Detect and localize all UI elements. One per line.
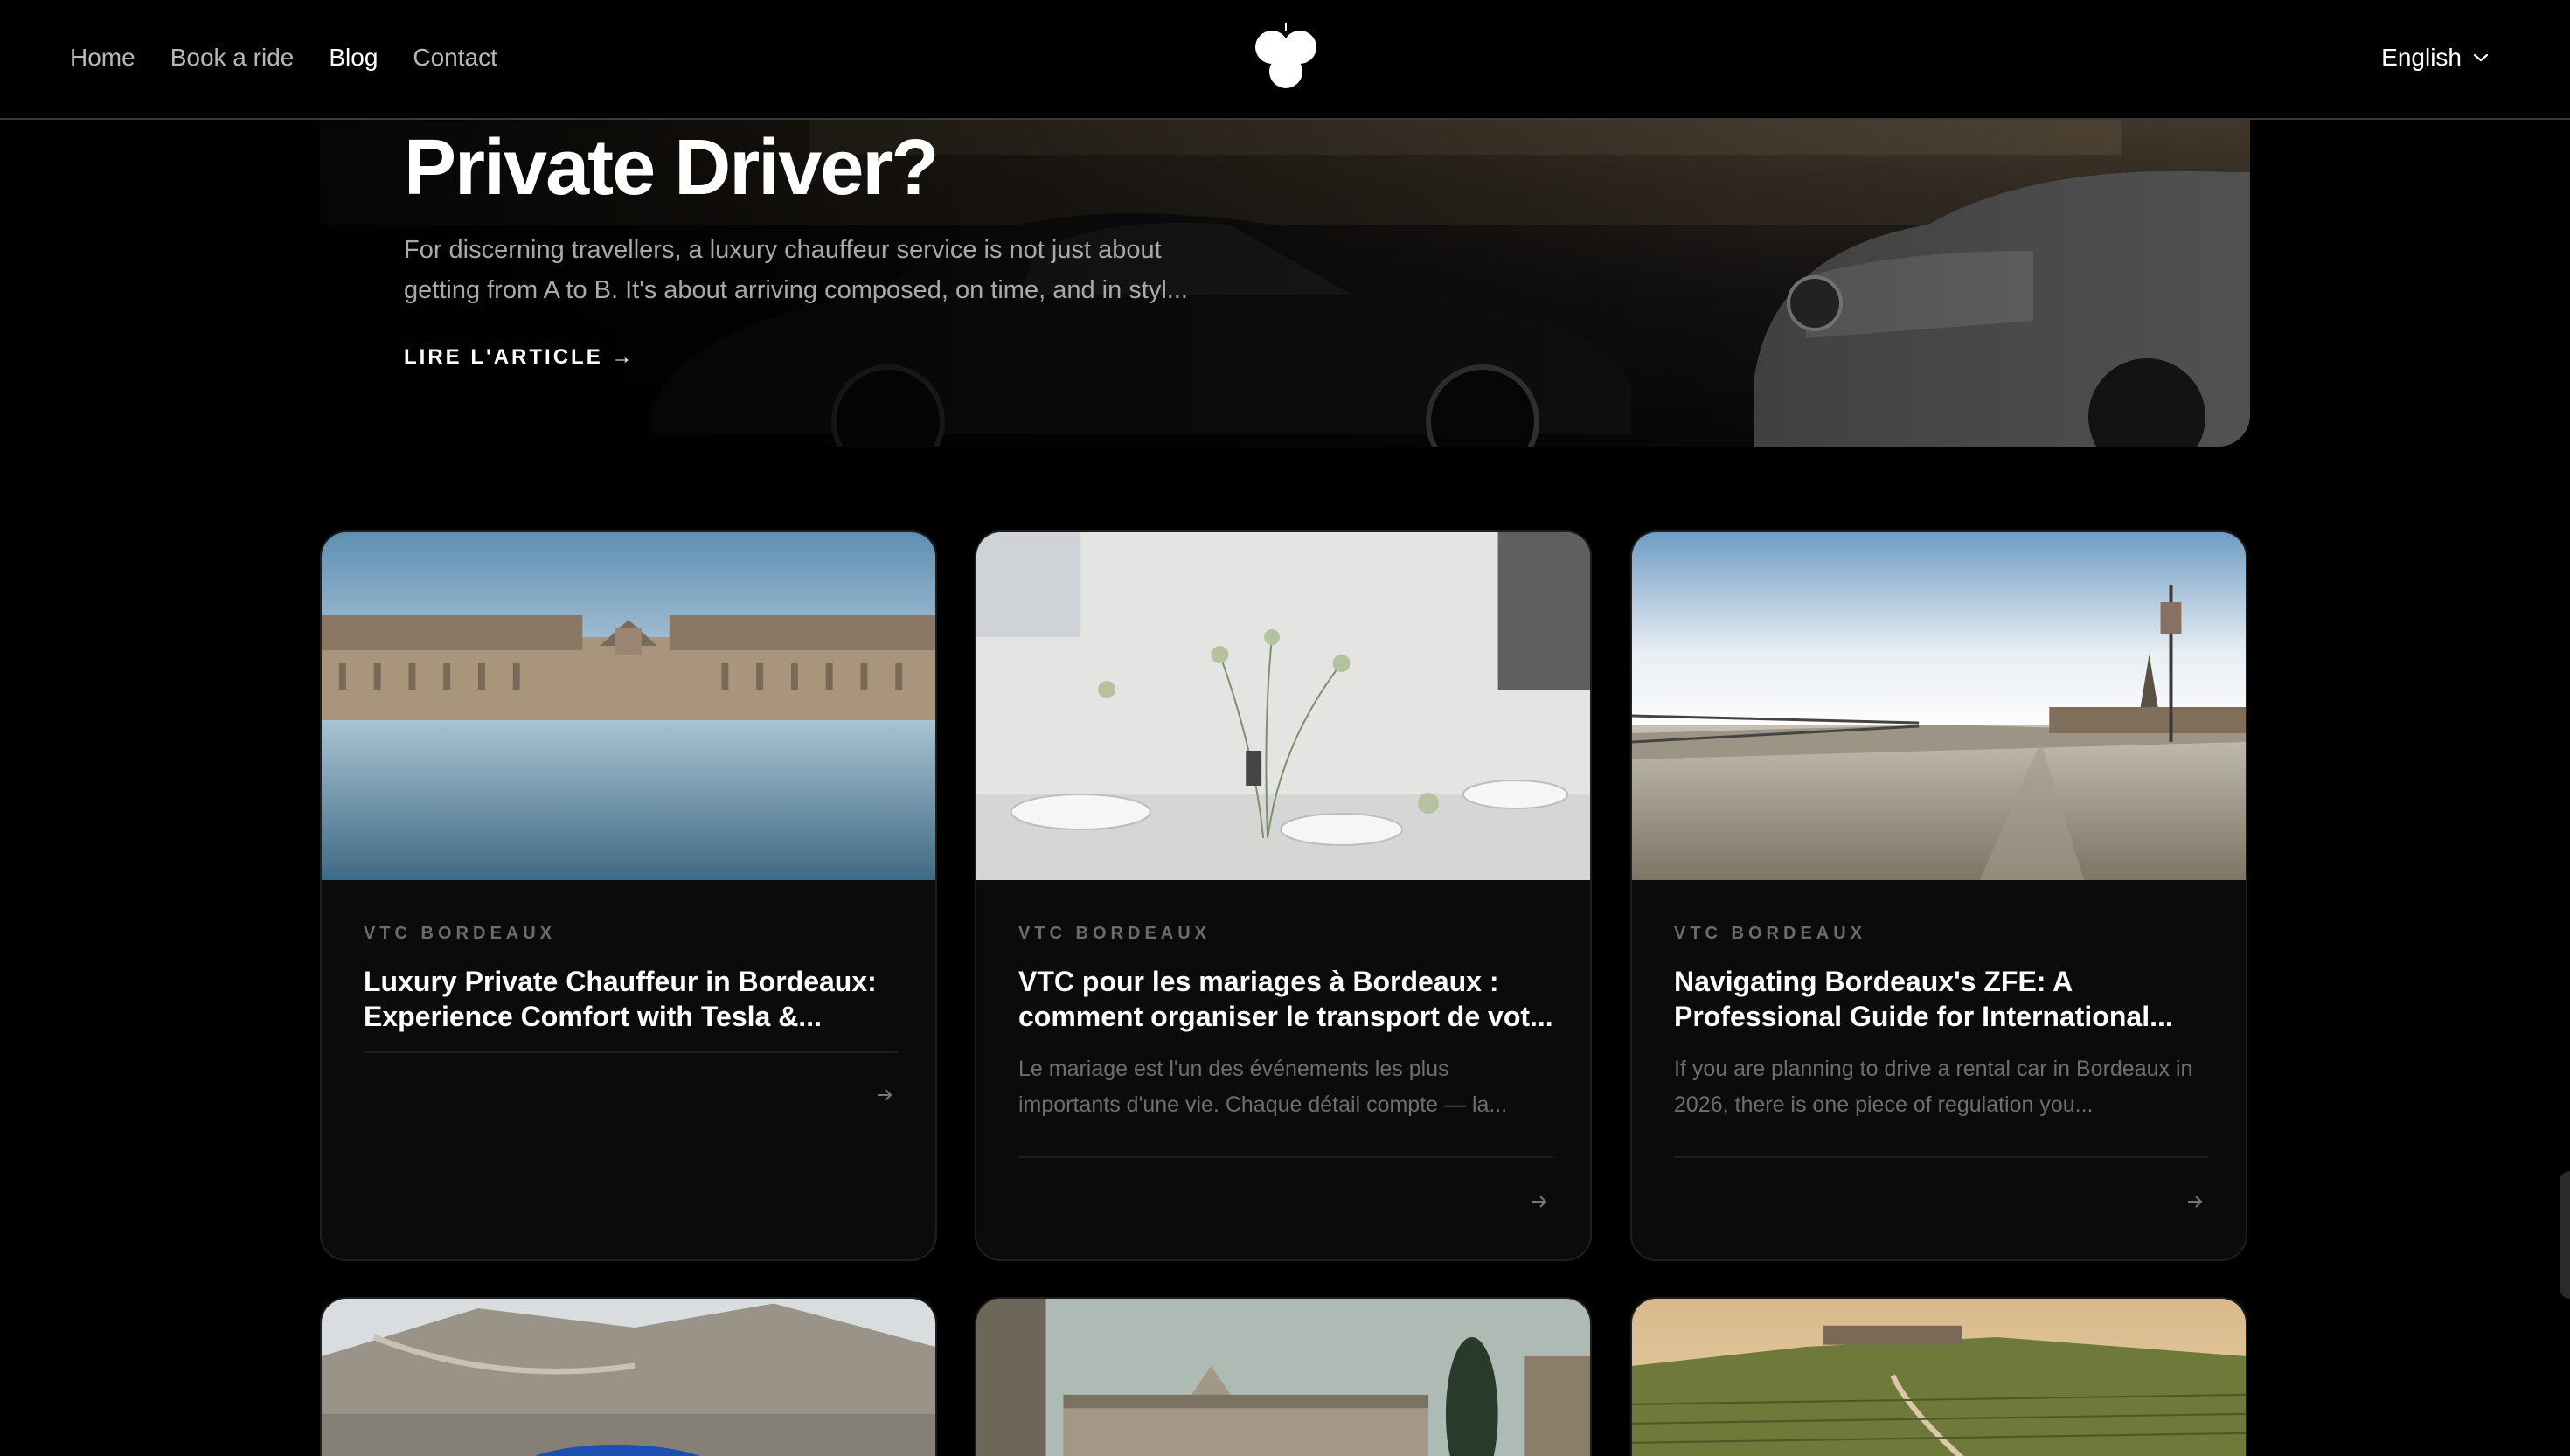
article-excerpt: If you are planning to drive a rental ca… [1674,1057,2193,1117]
article-card-image [976,1299,1590,1456]
site-header: Home Book a ride Blog Contact English [0,0,2570,120]
language-label: English [2381,44,2462,71]
article-card-image [976,532,1590,880]
article-card[interactable] [320,1297,937,1456]
arrow-right-icon[interactable] [874,1085,895,1106]
card-divider [1018,1156,1553,1158]
article-title[interactable]: Luxury Private Chauffeur in Bordeaux: Ex… [364,964,899,1034]
featured-article-title[interactable]: Private Driver? [404,120,939,216]
featured-article-excerpt: For discerning travellers, a luxury chau… [404,236,1188,304]
chevron-down-icon [2473,53,2489,62]
read-article-link[interactable]: LIRE L'ARTICLE → [404,345,635,370]
article-category: VTC BORDEAUX [364,924,557,943]
scroll-handle[interactable] [2560,1171,2570,1299]
article-excerpt: Le mariage est l'un des événements les p… [1018,1057,1508,1117]
main-nav: Home Book a ride Blog Contact [70,40,497,75]
article-card-image [322,532,935,880]
article-category: VTC BORDEAUX [1674,924,1867,943]
article-category: VTC BORDEAUX [1018,924,1212,943]
article-card-image [1632,532,2246,880]
nav-blog-link[interactable]: Blog [329,40,378,75]
card-divider [1674,1156,2209,1158]
article-card[interactable]: VTC BORDEAUX VTC pour les mariages à Bor… [975,530,1592,1261]
card-divider [364,1051,899,1053]
article-card[interactable] [975,1297,1592,1456]
article-title[interactable]: VTC pour les mariages à Bordeaux : comme… [1018,964,1553,1034]
brand-logo-icon[interactable] [1254,23,1318,89]
nav-home-link[interactable]: Home [70,40,135,75]
arrow-right-icon[interactable] [1529,1191,1550,1212]
nav-contact-link[interactable]: Contact [413,40,497,75]
article-card-image [322,1299,935,1456]
article-card[interactable]: VTC BORDEAUX Luxury Private Chauffeur in… [320,530,937,1261]
article-card-image [1632,1299,2246,1456]
article-title[interactable]: Navigating Bordeaux's ZFE: A Professiona… [1674,964,2209,1034]
article-card[interactable]: VTC BORDEAUX Navigating Bordeaux's ZFE: … [1630,530,2247,1261]
arrow-right-icon[interactable] [2184,1191,2205,1212]
language-selector[interactable]: English [2381,40,2490,75]
article-card[interactable] [1630,1297,2247,1456]
featured-article[interactable]: Private Driver? For discerning traveller… [320,120,2250,447]
nav-book-a-ride-link[interactable]: Book a ride [170,40,295,75]
